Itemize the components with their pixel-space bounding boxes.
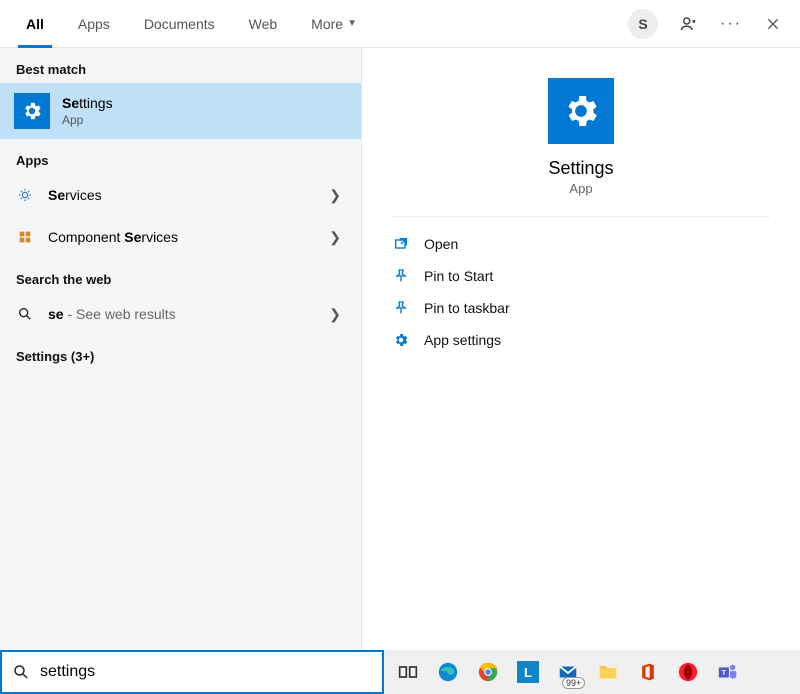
section-web: Search the web (0, 258, 361, 293)
section-settings-more[interactable]: Settings (3+) (0, 335, 361, 378)
detail-panel: Settings App Open Pin to Start Pin to (362, 48, 800, 650)
section-apps: Apps (0, 139, 361, 174)
teams-icon[interactable]: T (714, 658, 742, 686)
detail-title: Settings (548, 158, 613, 179)
tabs-right-controls: S ··· (628, 9, 782, 39)
action-app-settings[interactable]: App settings (392, 331, 770, 349)
task-view-icon[interactable] (394, 658, 422, 686)
gear-icon (392, 331, 410, 349)
svg-text:T: T (722, 668, 727, 677)
edge-icon[interactable] (434, 658, 462, 686)
services-icon (14, 184, 36, 206)
gear-icon (548, 78, 614, 144)
result-title: Services (48, 187, 102, 203)
chevron-right-icon: ❯ (329, 187, 347, 204)
more-options-icon[interactable]: ··· (720, 15, 742, 33)
component-services-icon (14, 226, 36, 248)
gear-icon (14, 93, 50, 129)
tab-more[interactable]: More ▼ (303, 0, 365, 47)
chevron-right-icon: ❯ (329, 229, 347, 246)
result-subtitle: App (62, 113, 113, 127)
action-label: Open (424, 236, 458, 252)
chevron-down-icon: ▼ (347, 18, 357, 29)
open-icon (392, 235, 410, 253)
taskbar-app-l-icon[interactable]: L (514, 658, 542, 686)
result-services[interactable]: Services ❯ (0, 174, 361, 216)
tab-more-label: More (311, 16, 343, 32)
action-pin-start[interactable]: Pin to Start (392, 267, 770, 285)
tab-all[interactable]: All (18, 0, 52, 47)
result-text: Settings App (62, 95, 113, 127)
office-icon[interactable] (634, 658, 662, 686)
result-web-search[interactable]: se - See web results ❯ (0, 293, 361, 335)
file-explorer-icon[interactable] (594, 658, 622, 686)
action-pin-taskbar[interactable]: Pin to taskbar (392, 299, 770, 317)
tab-documents[interactable]: Documents (136, 0, 223, 47)
result-title: se - See web results (48, 306, 176, 322)
pin-icon (392, 267, 410, 285)
result-component-services[interactable]: Component Services ❯ (0, 216, 361, 258)
result-title: Component Services (48, 229, 178, 245)
result-title: Settings (62, 95, 113, 111)
chevron-right-icon: ❯ (329, 306, 347, 323)
action-open[interactable]: Open (392, 235, 770, 253)
detail-hero: Settings App (392, 48, 770, 217)
section-best-match: Best match (0, 48, 361, 83)
detail-subtitle: App (569, 181, 592, 196)
user-avatar[interactable]: S (628, 9, 658, 39)
detail-actions: Open Pin to Start Pin to taskbar App set… (362, 217, 800, 367)
search-icon (12, 663, 30, 681)
mail-icon[interactable] (554, 658, 582, 686)
close-icon[interactable] (764, 15, 782, 33)
search-box[interactable] (0, 650, 384, 694)
rewards-icon[interactable] (680, 15, 698, 33)
opera-icon[interactable] (674, 658, 702, 686)
action-label: App settings (424, 332, 501, 348)
bottom-bar: L T (0, 650, 800, 694)
search-tabs: All Apps Documents Web More ▼ S ··· (0, 0, 800, 48)
tab-web[interactable]: Web (241, 0, 286, 47)
action-label: Pin to taskbar (424, 300, 510, 316)
search-input[interactable] (38, 662, 372, 682)
results-panel: Best match Settings App Apps Services ❯ (0, 48, 362, 650)
result-settings-app[interactable]: Settings App (0, 83, 361, 139)
search-icon (14, 303, 36, 325)
taskbar: L T (384, 650, 800, 694)
action-label: Pin to Start (424, 268, 493, 284)
tab-apps[interactable]: Apps (70, 0, 118, 47)
chrome-icon[interactable] (474, 658, 502, 686)
pin-icon (392, 299, 410, 317)
